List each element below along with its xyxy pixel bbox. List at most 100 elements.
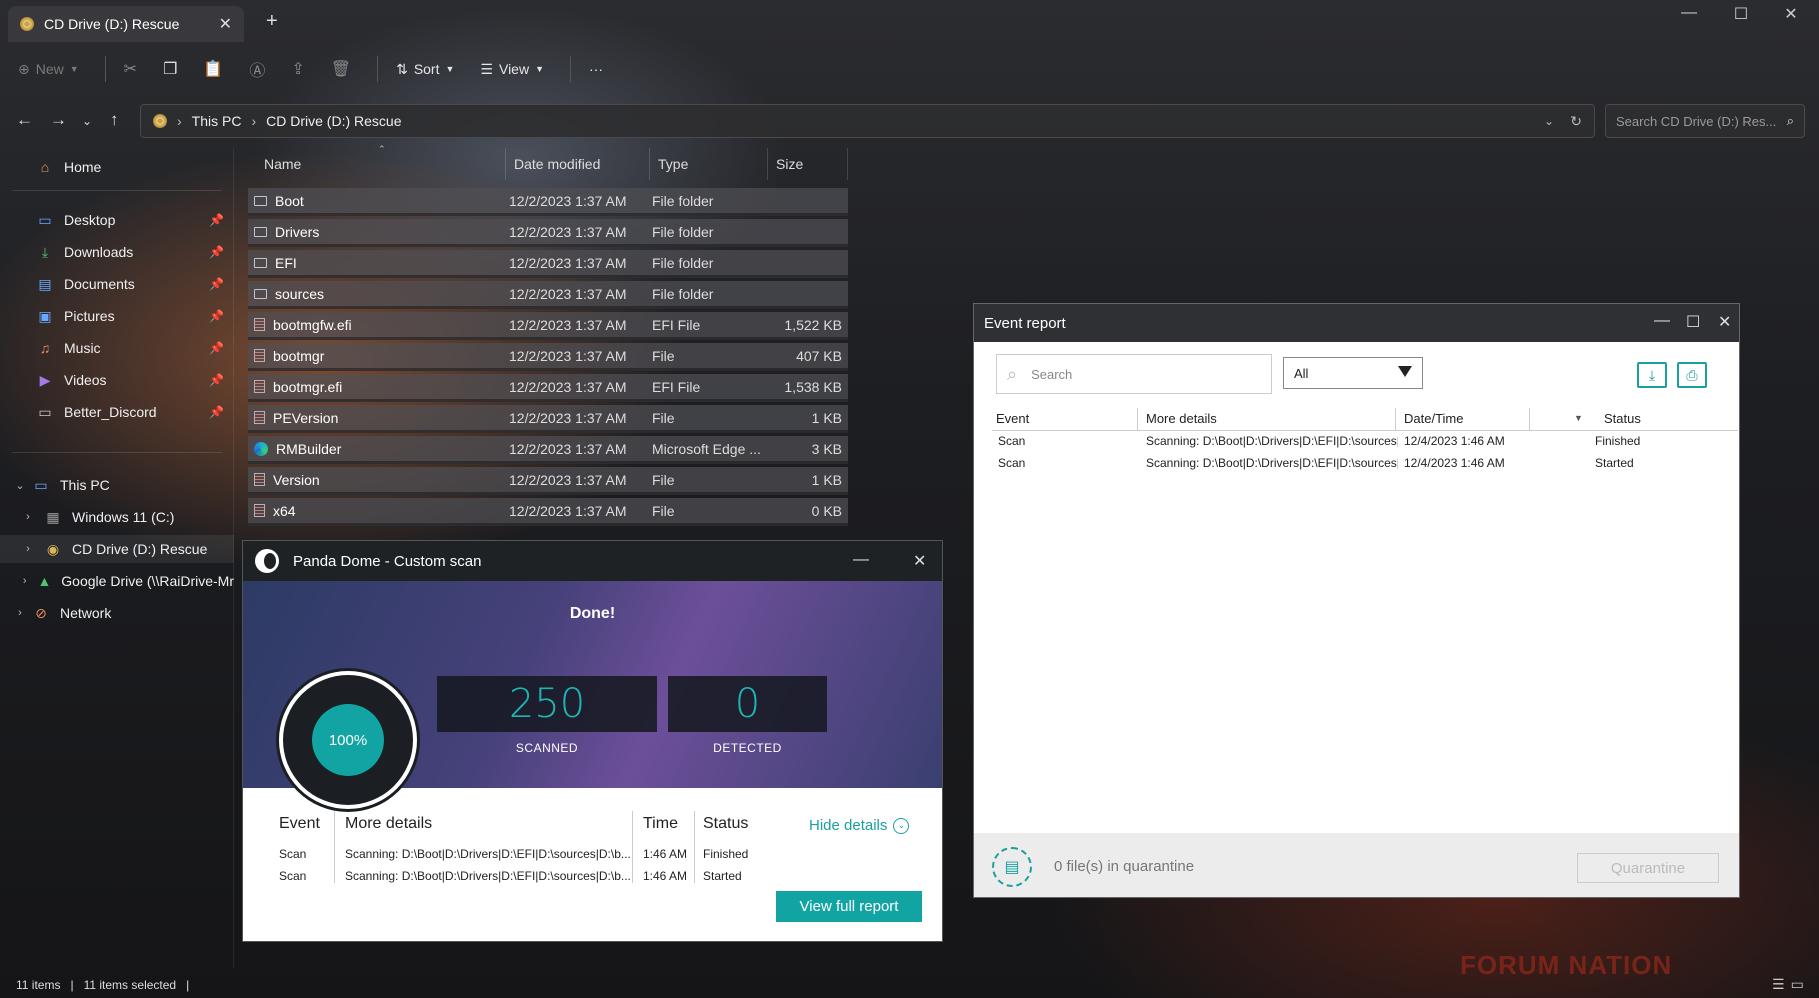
forward-arrow-icon[interactable]: → xyxy=(50,110,67,130)
cut-icon[interactable]: ✂ xyxy=(124,59,137,79)
sidebar-item-cd-drive[interactable]: › ◉ CD Drive (D:) Rescue xyxy=(0,535,234,563)
chevron-right-icon[interactable]: › xyxy=(20,575,29,587)
panda-minimize-button[interactable]: — xyxy=(853,551,869,569)
column-header-type[interactable]: Type xyxy=(650,148,768,180)
column-header-date[interactable]: Date modified xyxy=(506,148,650,180)
table-row[interactable]: PEVersion 12/2/2023 1:37 AM File 1 KB xyxy=(248,405,848,433)
pictures-icon: ▣ xyxy=(38,307,52,324)
file-name: bootmgr.efi xyxy=(248,379,503,395)
breadcrumb-cd-drive[interactable]: CD Drive (D:) Rescue xyxy=(266,113,401,129)
table-row[interactable]: Drivers 12/2/2023 1:37 AM File folder xyxy=(248,219,848,247)
share-icon[interactable]: ⇪ xyxy=(291,59,304,79)
cd-drive-icon xyxy=(153,114,167,128)
wallpaper-watermark: FORUM NATION xyxy=(1460,950,1673,980)
details-view-icon[interactable]: ☰ xyxy=(1772,976,1785,993)
address-bar[interactable]: › This PC › CD Drive (D:) Rescue ⌄ ↻ xyxy=(140,104,1595,138)
more-options-button[interactable]: ··· xyxy=(589,61,603,77)
sidebar-item-music[interactable]: ♫ Music 📌 xyxy=(0,334,234,362)
table-row[interactable]: bootmgr.efi 12/2/2023 1:37 AM EFI File 1,53… xyxy=(248,374,848,402)
close-button[interactable]: ✕ xyxy=(1768,4,1814,24)
file-type: File xyxy=(652,347,675,364)
column-header-size[interactable]: Size xyxy=(768,148,848,180)
print-icon[interactable]: ⎙ xyxy=(1677,362,1707,388)
tiles-view-icon[interactable]: ▭ xyxy=(1791,976,1804,993)
sort-icon: ⇅ xyxy=(396,60,408,77)
pin-icon: 📌 xyxy=(209,373,224,387)
sidebar-item-downloads[interactable]: ⤓ Downloads 📌 xyxy=(0,238,234,266)
sidebar-item-this-pc[interactable]: ⌄ ▭ This PC xyxy=(0,471,234,499)
column-header-status[interactable]: Status xyxy=(1600,408,1720,430)
chevron-right-icon[interactable]: › xyxy=(20,543,36,555)
delete-icon[interactable]: 🗑 xyxy=(331,59,351,79)
table-row[interactable]: EFI 12/2/2023 1:37 AM File folder xyxy=(248,250,848,278)
search-icon[interactable]: ⌕ xyxy=(1787,113,1794,129)
tab-close-button[interactable]: ✕ xyxy=(219,14,232,34)
up-arrow-icon[interactable]: ↑ xyxy=(110,110,119,130)
panda-close-button[interactable]: ✕ xyxy=(913,551,926,571)
view-button[interactable]: ☰ View ▼ xyxy=(480,61,544,78)
table-row[interactable]: RMBuilder 12/2/2023 1:37 AM Microsoft Edge… xyxy=(248,436,848,464)
sidebar-item-videos[interactable]: ▶ Videos 📌 xyxy=(0,366,234,394)
table-row[interactable]: x64 12/2/2023 1:37 AM File 0 KB xyxy=(248,498,848,526)
refresh-icon[interactable]: ↻ xyxy=(1570,113,1582,130)
panda-logo-icon xyxy=(255,549,279,573)
new-button[interactable]: ⊕ New ▼ xyxy=(18,61,79,78)
event-filter-select[interactable]: All xyxy=(1283,357,1423,389)
file-date: 12/2/2023 1:37 AM xyxy=(509,347,627,364)
sidebar-item-pictures[interactable]: ▣ Pictures 📌 xyxy=(0,302,234,330)
sidebar-item-network[interactable]: › ⊘ Network xyxy=(0,599,234,627)
sort-label: Sort xyxy=(413,61,440,77)
view-full-report-button[interactable]: View full report xyxy=(776,891,922,922)
file-name: RMBuilder xyxy=(248,441,503,457)
address-dropdown-icon[interactable]: ⌄ xyxy=(1544,114,1554,128)
table-row[interactable]: bootmgfw.efi 12/2/2023 1:37 AM EFI File 1,5… xyxy=(248,312,848,340)
event-search-input[interactable]: ⌕ Search xyxy=(996,354,1272,394)
maximize-button[interactable]: ☐ xyxy=(1718,4,1764,24)
event-report-close-button[interactable]: ✕ xyxy=(1718,312,1731,332)
sidebar-item-google-drive[interactable]: › ▲ Google Drive (\\RaiDrive-Mr xyxy=(0,567,234,595)
recent-locations-icon[interactable]: ⌄ xyxy=(82,114,92,128)
desktop-icon: ▭ xyxy=(38,211,52,228)
copy-icon[interactable]: ❐ xyxy=(163,59,177,79)
hide-details-label: Hide details xyxy=(809,817,888,834)
sidebar-item-desktop[interactable]: ▭ Desktop 📌 xyxy=(0,206,234,234)
table-row[interactable]: sources 12/2/2023 1:37 AM File folder xyxy=(248,281,848,309)
rename-icon[interactable]: Ⓐ xyxy=(249,57,265,81)
chevron-right-icon[interactable]: › xyxy=(12,607,28,619)
back-arrow-icon[interactable]: ← xyxy=(16,110,33,130)
file-size: 1 KB xyxy=(811,409,842,426)
column-header-datetime[interactable]: Date/Time xyxy=(1400,408,1530,430)
search-box[interactable]: Search CD Drive (D:) Res... ⌕ xyxy=(1605,104,1805,138)
event-report-maximize-button[interactable]: ☐ xyxy=(1686,312,1700,332)
tab-cd-drive[interactable]: CD Drive (D:) Rescue ✕ xyxy=(8,6,244,42)
sidebar-item-better-discord[interactable]: ▭ Better_Discord 📌 xyxy=(0,398,234,426)
file-name-label: bootmgr.efi xyxy=(273,378,343,395)
table-row[interactable]: Boot 12/2/2023 1:37 AM File folder xyxy=(248,188,848,216)
minimize-button[interactable]: — xyxy=(1666,4,1712,22)
table-row[interactable]: Version 12/2/2023 1:37 AM File 1 KB xyxy=(248,467,848,495)
export-icon[interactable]: ⤓ xyxy=(1637,362,1667,388)
chevron-right-icon[interactable]: › xyxy=(20,511,36,523)
pin-icon: 📌 xyxy=(209,341,224,355)
table-row[interactable]: bootmgr 12/2/2023 1:37 AM File 407 KB xyxy=(248,343,848,371)
sidebar-item-windows-drive[interactable]: › ▦ Windows 11 (C:) xyxy=(0,503,234,531)
file-name: sources xyxy=(248,286,503,302)
column-header-name[interactable]: Name xyxy=(248,148,506,180)
event-report-minimize-button[interactable]: — xyxy=(1654,312,1670,330)
quarantine-button[interactable]: Quarantine xyxy=(1577,853,1719,883)
file-list-header: Name Date modified Type Size xyxy=(248,148,848,180)
sort-button[interactable]: ⇅ Sort ▼ xyxy=(396,61,454,78)
hide-details-link[interactable]: Hide details ⌄ xyxy=(809,817,910,834)
network-icon: ⊘ xyxy=(35,604,47,621)
column-header-event[interactable]: Event xyxy=(992,408,1138,430)
breadcrumb-this-pc[interactable]: This PC xyxy=(192,113,242,129)
new-tab-button[interactable]: + xyxy=(266,10,278,33)
column-header-details[interactable]: More details xyxy=(1142,408,1396,430)
quarantine-footer: ▤ 0 file(s) in quarantine Quarantine xyxy=(974,833,1739,897)
sidebar-item-documents[interactable]: ▤ Documents 📌 xyxy=(0,270,234,298)
file-name: bootmgfw.efi xyxy=(248,317,503,333)
sidebar-item-home[interactable]: ⌂ Home xyxy=(0,153,234,181)
chevron-down-icon[interactable]: ⌄ xyxy=(12,479,28,492)
file-name-label: Version xyxy=(273,471,320,488)
paste-icon[interactable]: 📋 xyxy=(203,59,223,79)
